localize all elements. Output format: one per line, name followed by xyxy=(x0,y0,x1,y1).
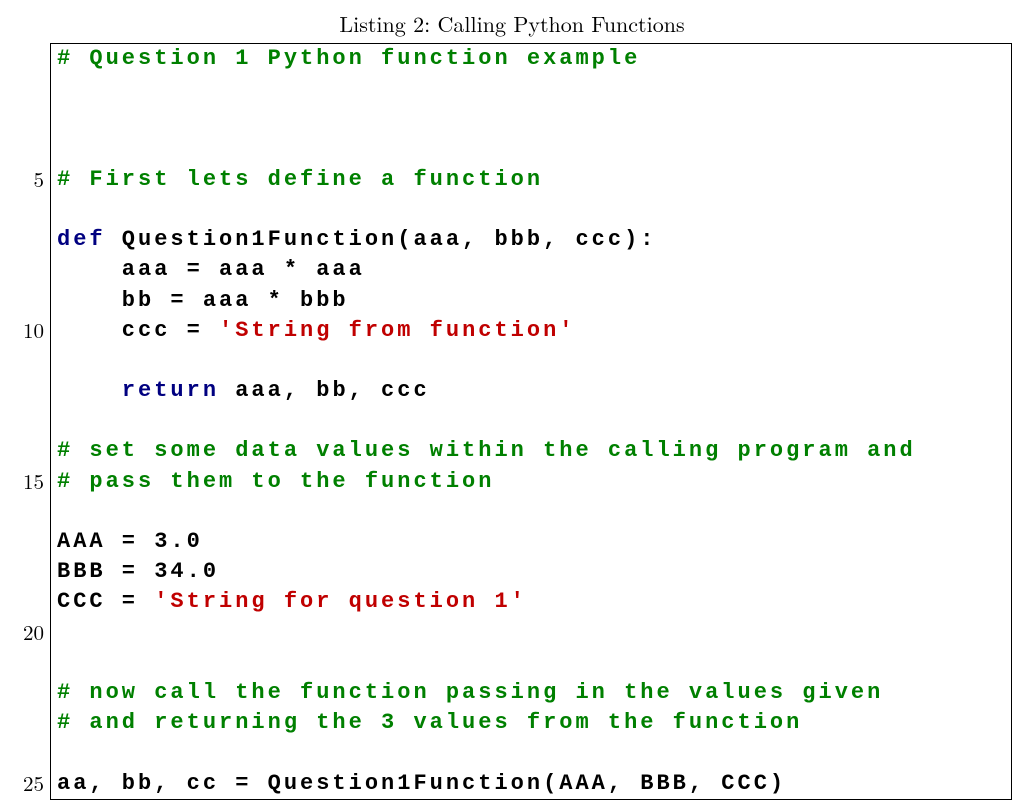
line-number xyxy=(12,677,44,707)
line-number xyxy=(12,737,44,767)
code-content: # Question 1 Python function example # F… xyxy=(50,43,1012,800)
code-line: CCC = 'String for question 1' xyxy=(57,587,1005,617)
line-number: 25 xyxy=(12,768,44,798)
listing-caption: Listing 2: Calling Python Functions xyxy=(12,8,1012,39)
code-line xyxy=(57,406,1005,436)
code-line: # set some data values within the callin… xyxy=(57,436,1005,466)
code-line: # pass them to the function xyxy=(57,467,1005,497)
code-line: def Question1Function(aaa, bbb, ccc): xyxy=(57,225,1005,255)
line-number xyxy=(12,254,44,284)
code-line: return aaa, bb, ccc xyxy=(57,376,1005,406)
line-number xyxy=(12,224,44,254)
line-number xyxy=(12,405,44,435)
code-line xyxy=(57,195,1005,225)
line-number xyxy=(12,73,44,103)
code-line: AAA = 3.0 xyxy=(57,527,1005,557)
line-number xyxy=(12,496,44,526)
code-line: # now call the function passing in the v… xyxy=(57,678,1005,708)
line-number xyxy=(12,103,44,133)
code-line: # and returning the 3 values from the fu… xyxy=(57,708,1005,738)
code-line: aaa = aaa * aaa xyxy=(57,255,1005,285)
line-number xyxy=(12,586,44,616)
line-number: 10 xyxy=(12,315,44,345)
line-number xyxy=(12,556,44,586)
line-number xyxy=(12,134,44,164)
line-number xyxy=(12,43,44,73)
line-number: 20 xyxy=(12,617,44,647)
line-number: 5 xyxy=(12,164,44,194)
line-number xyxy=(12,194,44,224)
code-line xyxy=(57,104,1005,134)
line-number-gutter: 5 10 15 20 25 xyxy=(12,43,50,800)
line-number: 15 xyxy=(12,466,44,496)
code-line xyxy=(57,497,1005,527)
line-number xyxy=(12,526,44,556)
code-listing: 5 10 15 20 25 # Question 1 Python functi… xyxy=(12,43,1012,800)
line-number xyxy=(12,375,44,405)
code-line: BBB = 34.0 xyxy=(57,557,1005,587)
code-line: # Question 1 Python function example xyxy=(57,44,1005,74)
code-line xyxy=(57,135,1005,165)
line-number xyxy=(12,707,44,737)
code-line xyxy=(57,738,1005,768)
line-number xyxy=(12,647,44,677)
code-line: ccc = 'String from function' xyxy=(57,316,1005,346)
code-line: bb = aaa * bbb xyxy=(57,286,1005,316)
code-line xyxy=(57,648,1005,678)
line-number xyxy=(12,285,44,315)
code-line xyxy=(57,74,1005,104)
code-line xyxy=(57,618,1005,648)
code-line: # First lets define a function xyxy=(57,165,1005,195)
code-line xyxy=(57,346,1005,376)
line-number xyxy=(12,435,44,465)
code-line: aa, bb, cc = Question1Function(AAA, BBB,… xyxy=(57,769,1005,799)
line-number xyxy=(12,345,44,375)
